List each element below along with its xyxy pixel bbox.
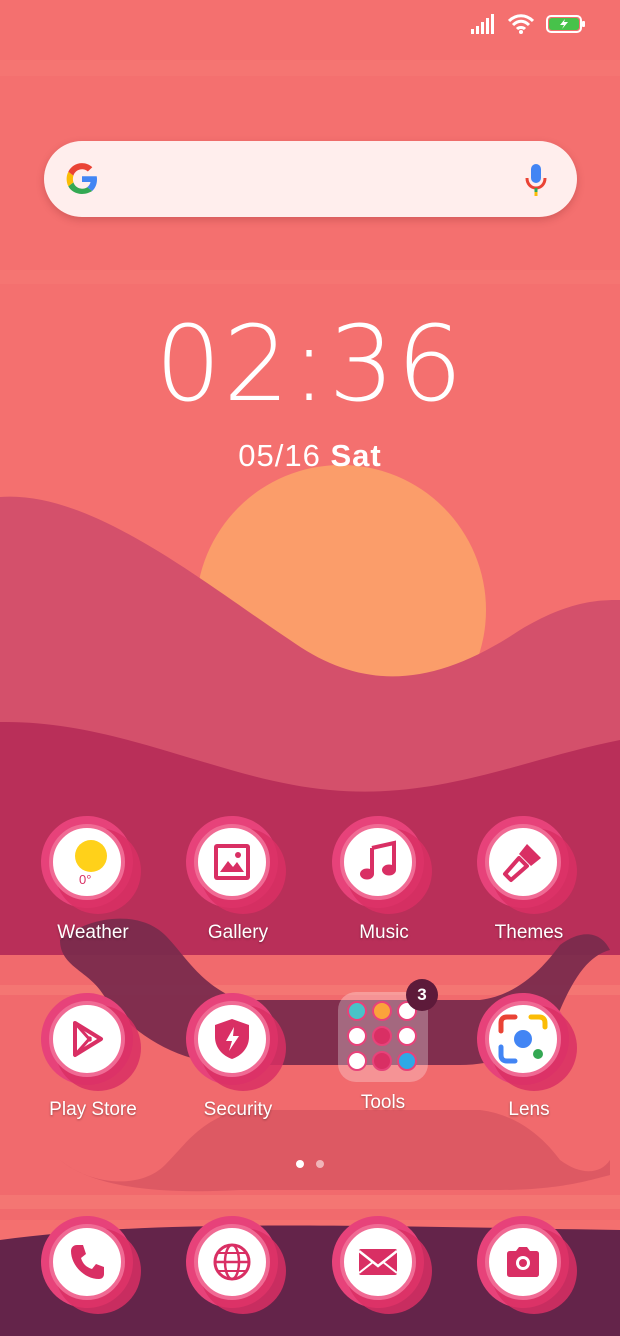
app-play-store[interactable]: Play Store — [28, 997, 158, 1121]
status-bar — [470, 14, 586, 34]
dock-messages[interactable] — [319, 1220, 449, 1316]
app-label: Play Store — [49, 1099, 137, 1120]
music-note-icon — [360, 840, 396, 880]
page-dot-active[interactable] — [296, 1160, 304, 1168]
shield-icon — [215, 1019, 249, 1059]
weather-icon: 0° — [75, 840, 107, 887]
browser-icon — [213, 1243, 251, 1281]
folder-app-icon — [397, 1051, 417, 1071]
dock-browser[interactable] — [173, 1220, 303, 1316]
google-search-bar[interactable] — [44, 141, 577, 217]
dock-camera[interactable] — [464, 1220, 594, 1316]
wifi-icon — [508, 14, 534, 34]
app-label: Security — [203, 1099, 273, 1120]
gallery-icon — [214, 844, 250, 880]
folder-app-icon — [372, 1026, 392, 1046]
battery-charging-icon — [546, 15, 585, 33]
folder-app-icon — [347, 1026, 367, 1046]
google-logo — [66, 163, 97, 194]
envelope-icon — [358, 1249, 398, 1275]
phone-icon — [71, 1245, 104, 1279]
paintbrush-icon — [503, 844, 541, 882]
play-store-icon — [73, 1021, 103, 1057]
clock-date[interactable]: 05/16 Sat — [0, 438, 620, 474]
camera-icon — [507, 1247, 539, 1277]
app-label: Gallery — [207, 922, 269, 943]
page-indicator — [0, 1160, 620, 1168]
page-dot[interactable] — [316, 1160, 324, 1168]
day-value: Sat — [330, 438, 382, 473]
folder-app-icon — [347, 1051, 367, 1071]
app-label: Lens — [508, 1099, 550, 1120]
app-gallery[interactable]: Gallery — [173, 820, 303, 944]
folder-app-icon — [397, 1026, 417, 1046]
mic-icon[interactable] — [525, 163, 547, 197]
folder-app-icon — [372, 1001, 392, 1021]
folder-app-icon — [372, 1051, 392, 1071]
app-label: Themes — [494, 922, 564, 943]
lens-icon — [498, 1014, 548, 1064]
app-weather[interactable]: 0° Weather — [28, 820, 158, 944]
app-security[interactable]: Security — [173, 997, 303, 1121]
app-music[interactable]: Music — [319, 820, 449, 944]
dock-phone[interactable] — [28, 1220, 158, 1316]
app-lens[interactable]: Lens — [464, 997, 594, 1121]
app-themes[interactable]: Themes — [464, 820, 594, 944]
app-label: Music — [359, 922, 409, 943]
app-label: Weather — [57, 922, 129, 943]
clock-time[interactable]: 02:36 — [0, 312, 620, 416]
date-value: 05/16 — [238, 438, 321, 473]
signal-icon — [471, 14, 494, 34]
notification-badge: 3 — [406, 979, 438, 1011]
folder-app-icon — [347, 1001, 367, 1021]
app-label: Tools — [360, 1092, 406, 1113]
weather-temp: 0° — [79, 872, 91, 887]
